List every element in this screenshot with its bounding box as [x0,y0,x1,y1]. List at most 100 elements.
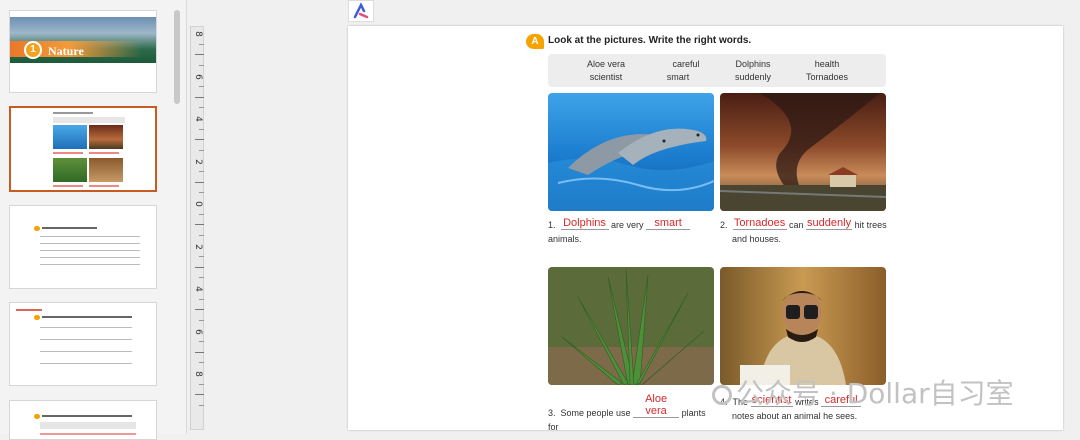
ruler-tick [199,43,204,45]
word-bank-item: Tornadoes [805,72,849,82]
mini-list [40,327,132,373]
ruler-tick [199,298,204,300]
word-bank-item: suddenly [734,72,772,82]
sentence-text: hit trees [854,220,887,230]
slide-thumbnail-1[interactable]: 1 Nature [9,10,157,93]
mini-title-line [53,112,93,114]
word-bank-item: scientist [589,72,623,82]
ruler-tick [199,213,204,215]
thumbnail-scrollbar-thumb[interactable] [174,10,180,104]
slide1-number-badge: 1 [24,41,42,59]
ruler-tick [199,341,204,343]
mini-scientist-photo [89,158,123,182]
mini-word-bank [40,422,136,429]
word-bank-item: Aloe vera [586,59,626,69]
ruler-tick [199,128,204,130]
sentence-text: are very [611,220,644,230]
ruler-label: 4 [193,286,203,292]
sentence-number: 2. [720,220,728,230]
ruler-label: 8 [193,31,203,37]
mini-text-line [89,152,119,154]
mini-heading-line [42,415,132,417]
word-bank-item: health [814,59,840,69]
ruler-tick [195,309,204,311]
app-logo-icon[interactable] [348,0,374,22]
sentence-1: 1. Dolphins are very smart animals. [548,217,714,246]
mini-badge [34,414,40,419]
watermark-text: 公众号 · Dollar自习室 [736,377,1014,410]
scientist-photo [720,267,886,385]
mini-text-line [53,152,83,154]
answer-blank-aloe-vera[interactable]: Aloe vera [633,393,680,418]
mini-text-line [89,185,119,187]
ruler-tick [195,181,204,183]
slide-thumbnail-3[interactable] [9,205,157,289]
tornado-photo [720,93,886,211]
ruler-tick [195,266,204,268]
ruler-tick [195,394,204,396]
word-bank-item: smart [666,72,690,82]
ruler-tick [199,319,204,321]
mini-aloe-photo [53,158,87,182]
answer-blank-dolphins[interactable]: Dolphins [560,217,609,230]
ruler-label: 2 [193,243,203,250]
answer-blank-suddenly[interactable]: suddenly [806,217,853,230]
document-page: A Look at the pictures. Write the right … [348,26,1063,430]
mini-text-line [53,185,83,187]
ruler-tick [199,383,204,385]
aloe-vera-photo [548,267,714,385]
ruler-label: 8 [193,371,203,377]
mini-list [40,236,140,270]
sentence-3: 3.Some people use Aloe vera plants for t… [548,393,718,430]
sentence-text: notes about an animal he sees. [732,411,858,421]
ruler-tick [195,139,204,141]
mini-text-line [40,433,136,435]
ruler-tick [195,351,204,353]
vertical-ruler: 8 6 4 2 0 2 4 6 8 [190,26,204,430]
mini-heading-line [42,227,97,229]
exercise-badge: A [526,34,544,49]
sentence-number: 1. [548,220,556,230]
ruler-label: 2 [193,158,203,165]
ruler-label: 4 [193,116,203,122]
ruler-tick [199,362,204,364]
sentence-text: can [789,220,804,230]
sentence-number: 3. [548,408,556,418]
word-bank: Aloe vera careful Dolphins health scient… [548,54,886,87]
slide-thumbnail-5[interactable] [9,400,157,440]
mini-dolphin-photo [53,125,87,149]
ruler-label: 6 [193,328,203,335]
ruler-tick [195,96,204,98]
ruler-label: 0 [193,201,203,207]
slide-thumbnail-2[interactable] [9,106,157,192]
sentence-text: Some people use [560,408,631,418]
sentence-text: animals. [548,234,582,244]
ruler-tick [199,256,204,258]
slide-thumbnail-4[interactable] [9,302,157,386]
ruler-label: 6 [193,73,203,80]
answer-blank-tornadoes[interactable]: Tornadoes [732,217,787,230]
dolphins-photo [548,93,714,211]
ruler-tick [199,86,204,88]
watermark: 公众号 · Dollar自习室 [712,372,1014,412]
ruler-tick [199,277,204,279]
mini-heading-line [16,309,42,311]
ruler-tick [199,234,204,236]
ruler-tick [199,404,204,406]
mini-badge [34,226,40,231]
answer-blank-smart[interactable]: smart [646,217,691,230]
wechat-icon [712,385,732,405]
slide-thumbnail-panel: 1 Nature [0,0,187,440]
ruler-tick [199,107,204,109]
mini-heading-line [42,316,132,318]
ruler-tick [195,54,204,56]
mini-tornado-photo [89,125,123,149]
ruler-tick [199,149,204,151]
ruler-tick [199,171,204,173]
ruler-tick [199,192,204,194]
ruler-tick [195,224,204,226]
mini-word-bank [53,117,125,123]
sentence-2: 2. Tornadoes can suddenly hit trees and h… [720,217,890,246]
ruler-tick [199,64,204,66]
word-bank-item: Dolphins [735,59,771,69]
